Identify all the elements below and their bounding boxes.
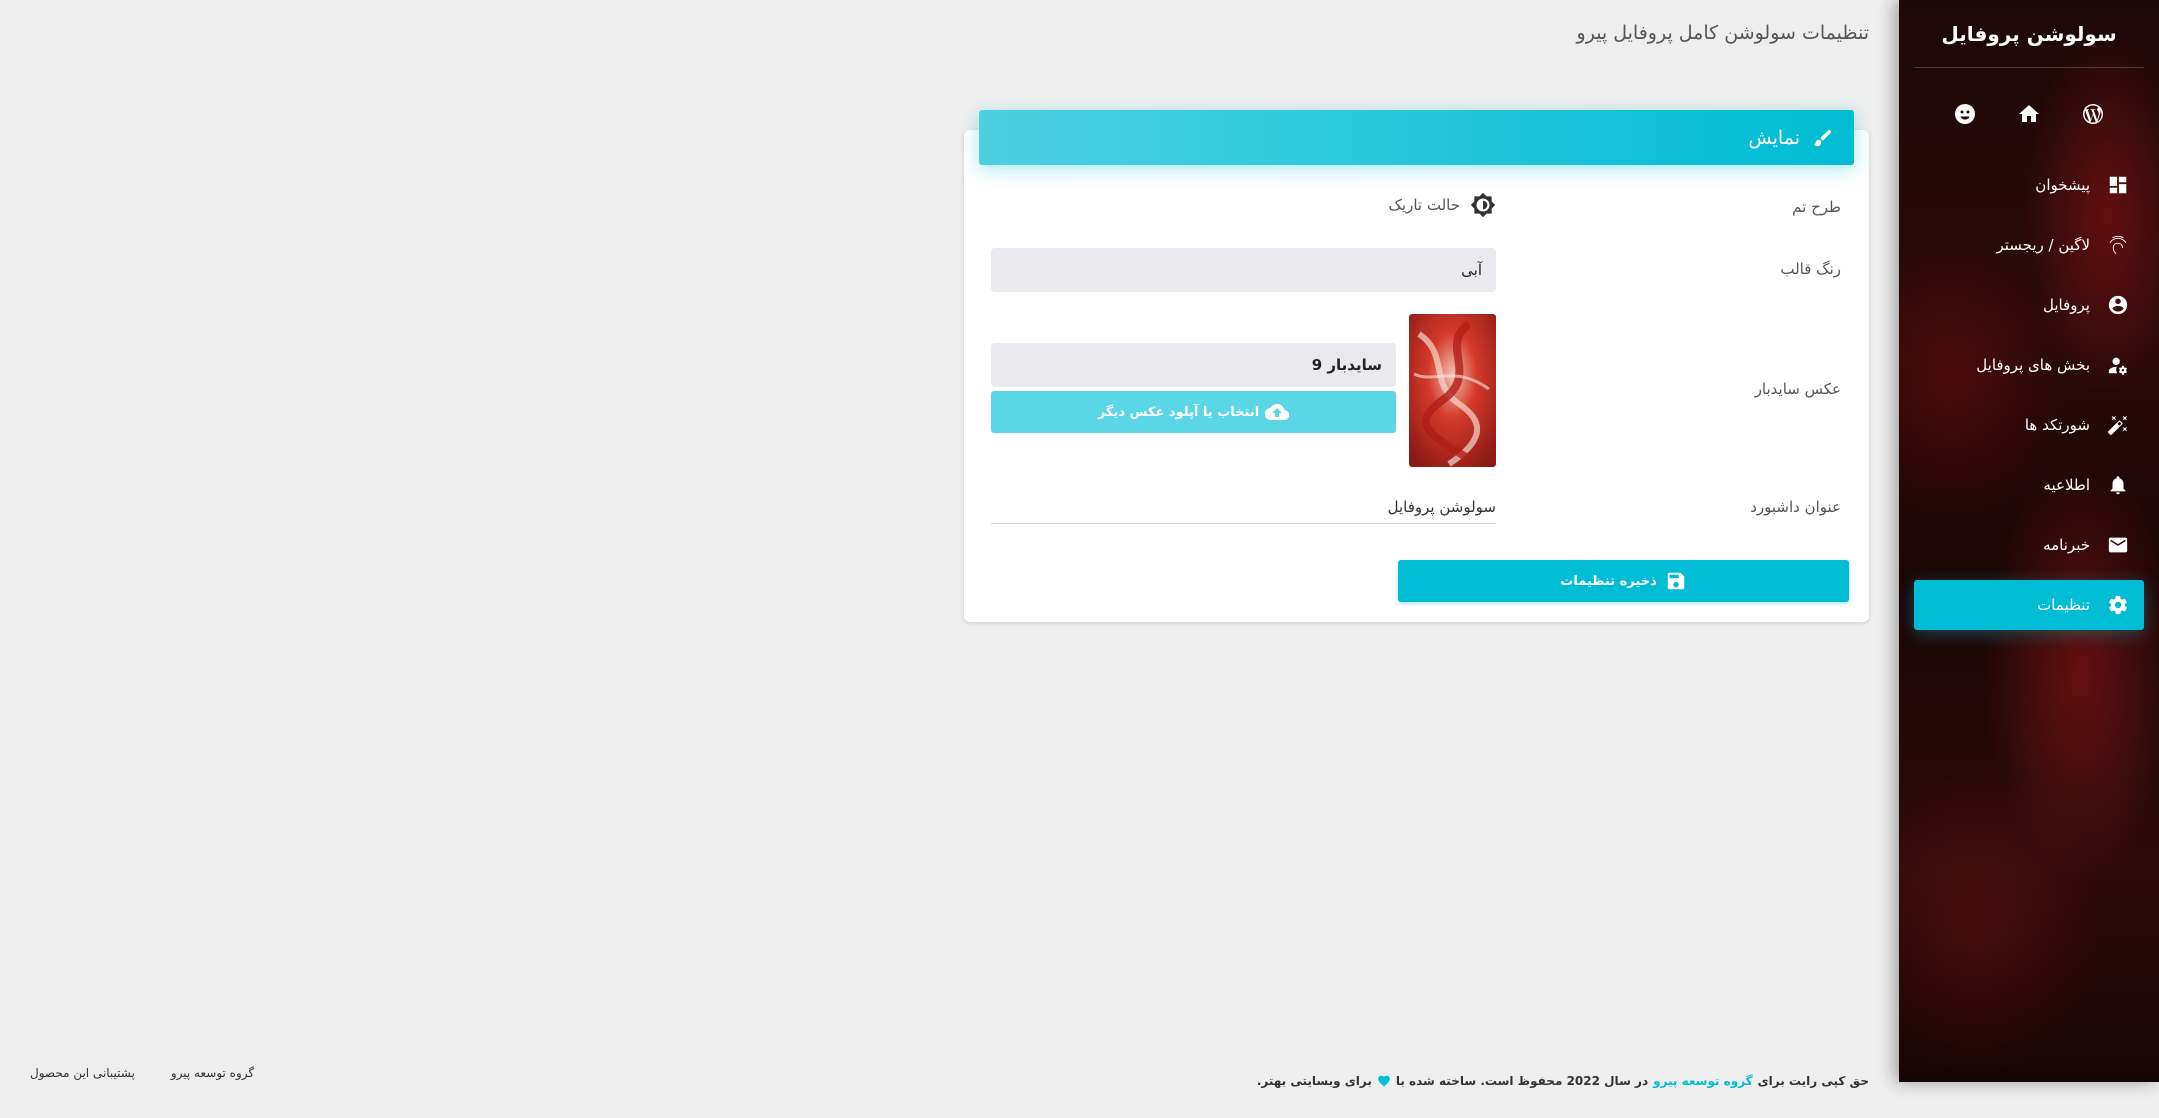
sidebar-quick-links bbox=[1899, 68, 2159, 160]
wordpress-icon[interactable] bbox=[2079, 100, 2107, 128]
sidebar-item-label: تنظیمات bbox=[2037, 596, 2090, 614]
footer-copyright: حق کپی رایت برای گروه توسعه پیرو در سال … bbox=[1257, 1074, 1869, 1088]
dashboard-title-input[interactable] bbox=[991, 490, 1496, 524]
brush-icon bbox=[1813, 129, 1832, 146]
upload-button-label: انتخاب یا آپلود عکس دیگر bbox=[1097, 404, 1260, 420]
dark-mode-toggle[interactable]: حالت تاریک bbox=[991, 192, 1496, 218]
theme-row: طرح تم حالت تاریک bbox=[964, 192, 1869, 222]
sidebar-item-shortcodes[interactable]: شورتکد ها bbox=[1914, 400, 2144, 450]
footer-link-support[interactable]: پشتیبانی این محصول bbox=[30, 1066, 135, 1080]
footer-link-company[interactable]: گروه توسعه پیرو bbox=[171, 1066, 254, 1080]
sidebar-item-newsletter[interactable]: خبرنامه bbox=[1914, 520, 2144, 570]
theme-label: طرح تم bbox=[1792, 198, 1841, 216]
card-title: نمایش bbox=[1748, 126, 1800, 149]
sidebar-item-profile[interactable]: پروفایل bbox=[1914, 280, 2144, 330]
page-title: تنظیمات سولوشن کامل پروفایل پیرو bbox=[1576, 22, 1869, 44]
support-icon[interactable] bbox=[1951, 100, 1979, 128]
sidebar-item-notifications[interactable]: اطلاعیه bbox=[1914, 460, 2144, 510]
save-icon bbox=[1667, 572, 1684, 590]
brightness-icon bbox=[1470, 192, 1496, 218]
user-settings-icon bbox=[2106, 353, 2130, 377]
sidebar-item-dashboard[interactable]: پیشخوان bbox=[1914, 160, 2144, 210]
page: سولوشن پروفایل پیشخوان لاگین / ریجستر پر… bbox=[0, 0, 2159, 1118]
sidebar-item-label: پیشخوان bbox=[2035, 176, 2090, 194]
display-settings-card: نمایش طرح تم حالت تاریک رنگ قالب آبی عکس… bbox=[964, 110, 1869, 622]
sidebar-image-input[interactable]: سایدبار 9 bbox=[991, 343, 1396, 387]
dashboard-title-row: عنوان داشبورد bbox=[964, 490, 1869, 526]
sidebar-item-label: لاگین / ریجستر bbox=[1996, 236, 2090, 254]
account-circle-icon bbox=[2106, 293, 2130, 317]
sidebar-item-label: اطلاعیه bbox=[2043, 476, 2090, 494]
magic-wand-icon bbox=[2106, 413, 2130, 437]
sidebar-item-label: خبرنامه bbox=[2043, 536, 2090, 554]
dashboard-title-label: عنوان داشبورد bbox=[1750, 498, 1841, 516]
dashboard-icon bbox=[2106, 173, 2130, 197]
color-label: رنگ قالب bbox=[1780, 260, 1841, 278]
heart-icon bbox=[1377, 1075, 1390, 1087]
copyright-prefix: حق کپی رایت برای bbox=[1757, 1074, 1869, 1088]
sidebar-item-profile-sections[interactable]: بخش های پروفایل bbox=[1914, 340, 2144, 390]
sidebar-image-preview bbox=[1409, 314, 1496, 467]
save-button-label: ذخیره تنظیمات bbox=[1560, 573, 1657, 589]
theme-color-select[interactable]: آبی bbox=[991, 248, 1496, 292]
color-row: رنگ قالب آبی bbox=[964, 248, 1869, 292]
sidebar-item-login-register[interactable]: لاگین / ریجستر bbox=[1914, 220, 2144, 270]
sidebar-item-label: شورتکد ها bbox=[2024, 416, 2090, 434]
footer-links: گروه توسعه پیرو پشتیبانی این محصول bbox=[30, 1066, 254, 1080]
sidebar-image-row: عکس سایدبار سایدبار 9 انتخاب یا آپلود عک… bbox=[964, 314, 1869, 467]
copyright-brand-link[interactable]: گروه توسعه پیرو bbox=[1653, 1074, 1753, 1088]
home-icon[interactable] bbox=[2015, 100, 2043, 128]
sidebar: سولوشن پروفایل پیشخوان لاگین / ریجستر پر… bbox=[1899, 0, 2159, 1082]
sidebar-nav: پیشخوان لاگین / ریجستر پروفایل بخش های پ… bbox=[1899, 160, 2159, 630]
sidebar-brand[interactable]: سولوشن پروفایل bbox=[1914, 0, 2144, 68]
copyright-mid: در سال 2022 محفوظ است. ساخته شده با bbox=[1395, 1074, 1649, 1088]
sidebar-item-settings[interactable]: تنظیمات bbox=[1914, 580, 2144, 630]
gear-icon bbox=[2106, 593, 2130, 617]
sidebar-item-label: بخش های پروفایل bbox=[1976, 356, 2090, 374]
card-header: نمایش bbox=[979, 110, 1854, 165]
dark-mode-label: حالت تاریک bbox=[1388, 196, 1461, 214]
bell-icon bbox=[2106, 473, 2130, 497]
upload-image-button[interactable]: انتخاب یا آپلود عکس دیگر bbox=[991, 391, 1396, 433]
mail-icon bbox=[2106, 533, 2130, 557]
save-settings-button[interactable]: ذخیره تنظیمات bbox=[1398, 560, 1849, 602]
fingerprint-icon bbox=[2106, 233, 2130, 257]
sidebar-image-label: عکس سایدبار bbox=[1754, 380, 1841, 398]
cloud-upload-icon bbox=[1265, 403, 1290, 421]
sidebar-item-label: پروفایل bbox=[2043, 296, 2090, 314]
copyright-suffix: برای وبسایتی بهتر. bbox=[1256, 1074, 1372, 1088]
